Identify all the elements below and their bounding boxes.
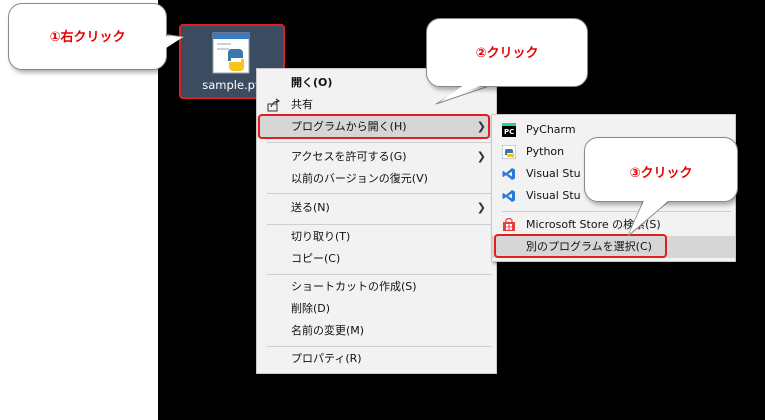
menu-separator [267, 346, 492, 347]
menu-item-rename[interactable]: 名前の変更(M) [257, 320, 496, 342]
menu-separator [267, 224, 492, 225]
svg-text:PC: PC [504, 128, 514, 136]
menu-item-label: プロパティ(R) [291, 352, 362, 365]
menu-separator [267, 193, 492, 194]
store-icon [503, 218, 515, 231]
menu-item-label: 名前の変更(M) [291, 324, 365, 337]
pycharm-icon: PC [502, 123, 516, 137]
callout-text: ③クリック [629, 166, 693, 181]
menu-item-send-to[interactable]: 送る(N) ❯ [257, 197, 496, 219]
highlight-open-with [258, 114, 490, 139]
visual-studio-icon [502, 190, 515, 202]
submenu-item-label: Visual Stu [526, 189, 581, 202]
submenu-item-label: Microsoft Store の検索(S) [526, 218, 661, 231]
submenu-item-label: Python [526, 145, 565, 158]
highlight-choose-another-app [494, 234, 667, 258]
menu-item-cut[interactable]: 切り取り(T) [257, 226, 496, 248]
menu-item-label: 以前のバージョンの復元(V) [291, 172, 428, 185]
menu-item-label: アクセスを許可する(G) [291, 150, 407, 163]
menu-item-properties[interactable]: プロパティ(R) [257, 348, 496, 370]
menu-item-label: ショートカットの作成(S) [291, 280, 417, 293]
menu-separator [267, 274, 492, 275]
submenu-item-store-search[interactable]: Microsoft Store の検索(S) [492, 214, 735, 236]
menu-item-label: 切り取り(T) [291, 230, 351, 243]
menu-separator [267, 142, 492, 143]
menu-item-give-access[interactable]: アクセスを許可する(G) ❯ [257, 146, 496, 168]
menu-item-copy[interactable]: コピー(C) [257, 248, 496, 270]
share-icon [267, 98, 280, 112]
menu-item-label: 共有 [291, 98, 313, 111]
visual-studio-icon [502, 168, 515, 180]
menu-item-label: コピー(C) [291, 252, 341, 265]
chevron-right-icon: ❯ [476, 201, 486, 214]
submenu-item-label: PyCharm [526, 123, 576, 136]
menu-item-share[interactable]: 共有 [257, 94, 496, 116]
submenu-item-label: Visual Stu [526, 167, 581, 180]
callout-text: ①右クリック [49, 30, 126, 45]
menu-item-label: 開く(O) [291, 76, 333, 89]
callout-right-click: ①右クリック [8, 3, 167, 70]
chevron-right-icon: ❯ [476, 150, 486, 163]
submenu-separator [502, 211, 731, 212]
menu-item-delete[interactable]: 削除(D) [257, 298, 496, 320]
menu-item-create-shortcut[interactable]: ショートカットの作成(S) [257, 276, 496, 298]
python-icon [502, 145, 516, 159]
menu-item-label: 送る(N) [291, 201, 330, 214]
menu-item-label: 削除(D) [291, 302, 331, 315]
callout-text: ②クリック [475, 46, 539, 61]
callout-click-3: ③クリック [584, 137, 738, 202]
callout-click-2: ②クリック [426, 18, 588, 87]
menu-item-restore-versions[interactable]: 以前のバージョンの復元(V) [257, 168, 496, 190]
